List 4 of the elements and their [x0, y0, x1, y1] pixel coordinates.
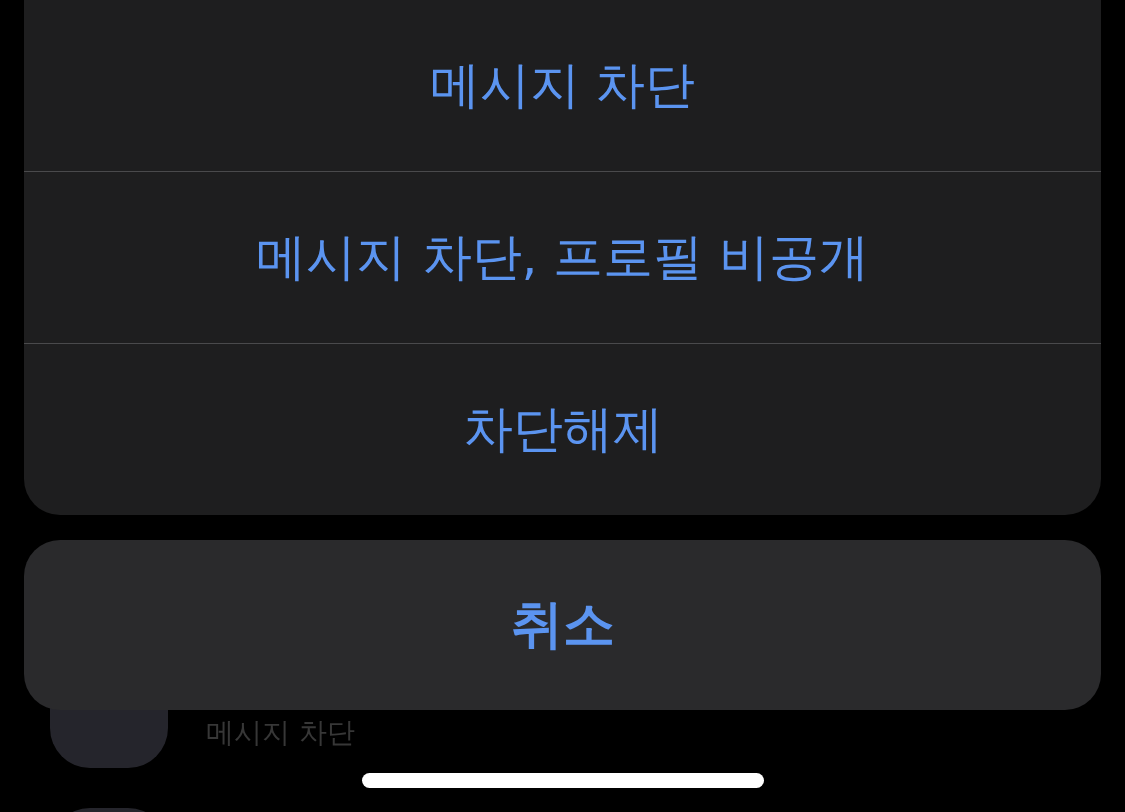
sheet-action[interactable]: 차단해제 — [24, 344, 1101, 515]
sheet-action[interactable]: 메시지 차단 — [24, 0, 1101, 171]
sheet-action[interactable]: 메시지 차단, 프로필 비공개 — [24, 172, 1101, 343]
cancel-button[interactable]: 취소 — [24, 540, 1101, 710]
